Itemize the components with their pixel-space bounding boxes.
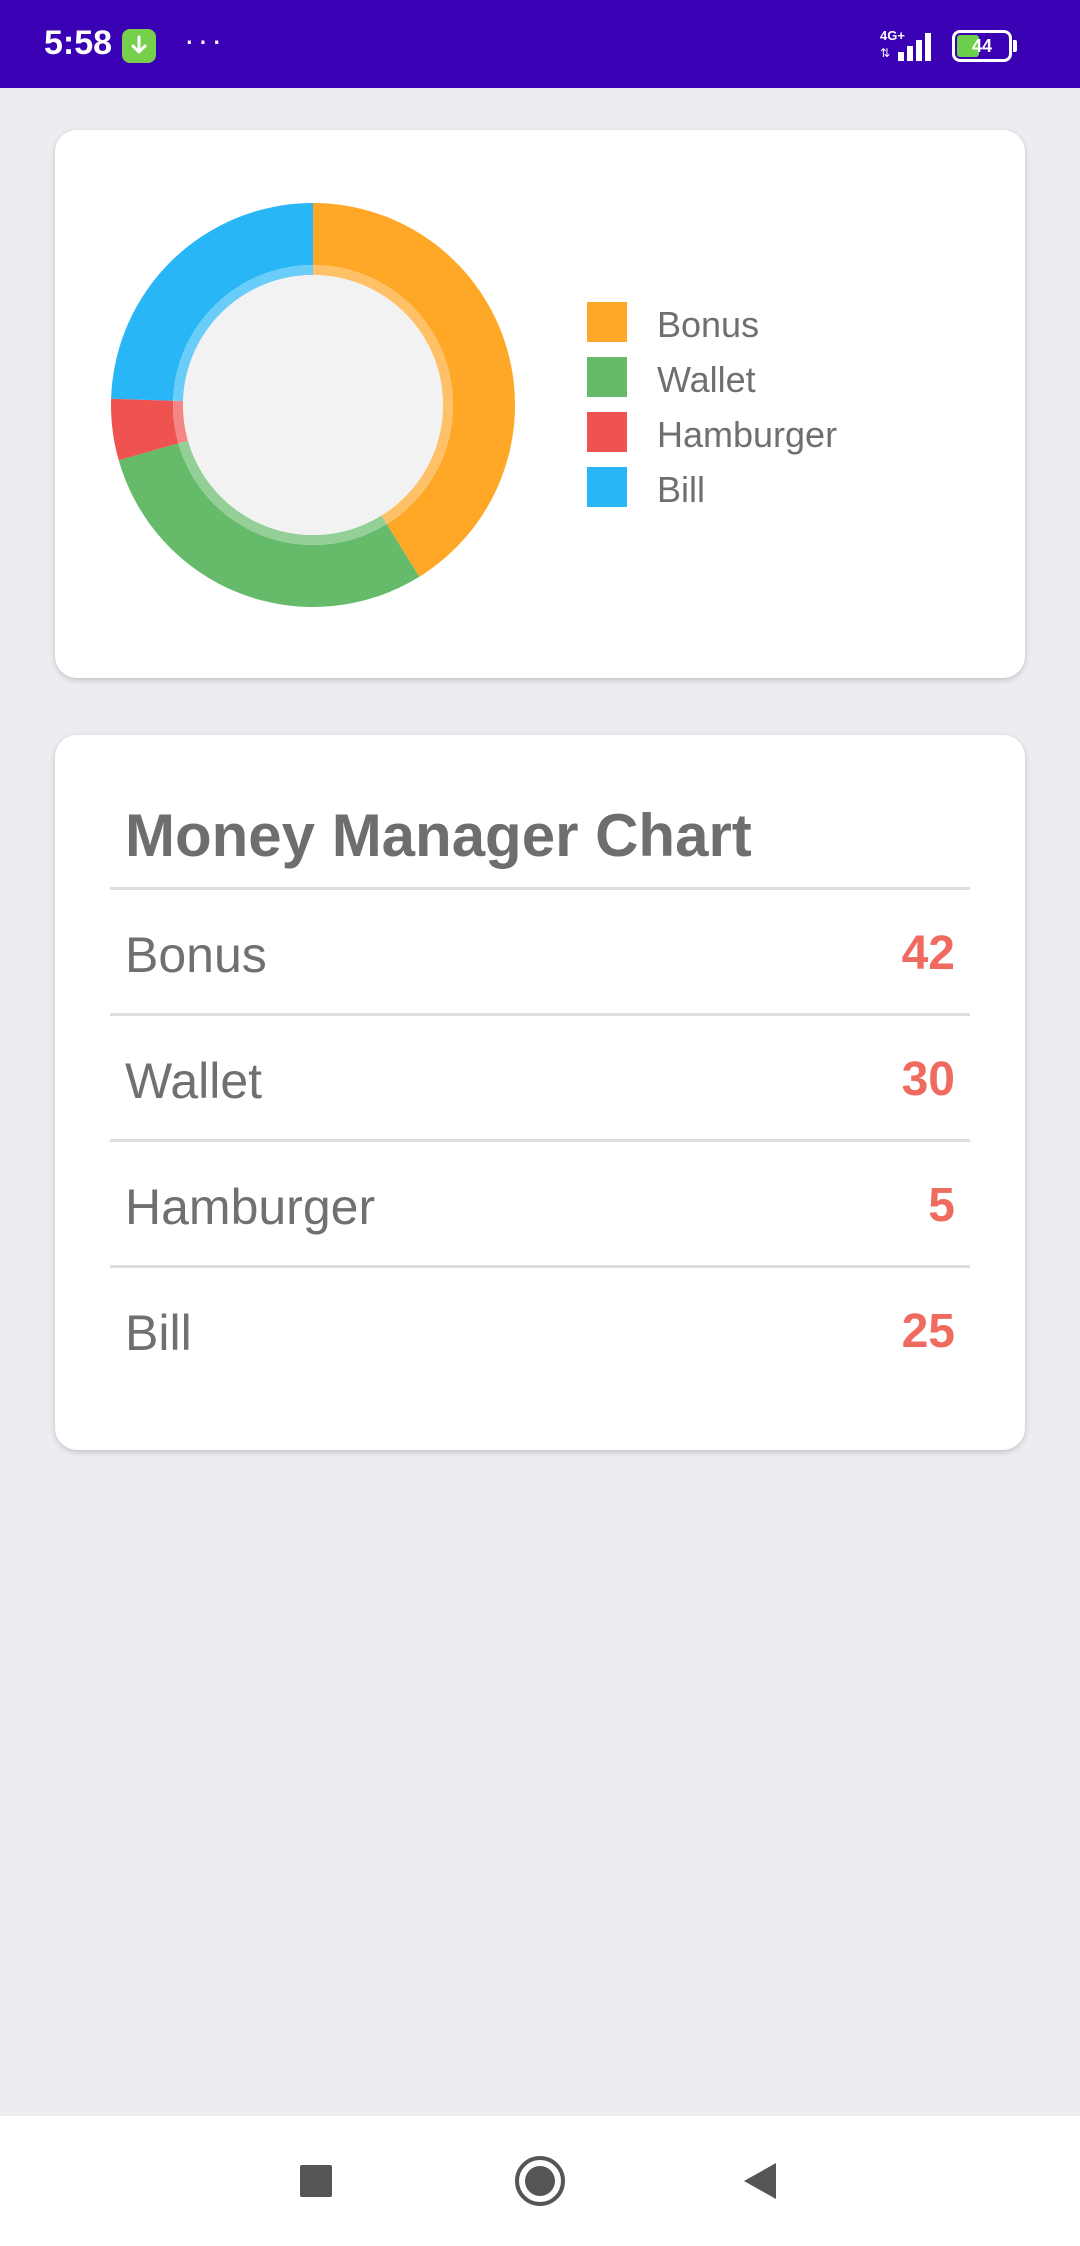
row-value: 5 bbox=[928, 1179, 955, 1232]
row-value: 42 bbox=[901, 927, 955, 980]
back-button[interactable] bbox=[700, 2116, 820, 2246]
status-time: 5:58 bbox=[44, 24, 113, 62]
recents-square-icon bbox=[300, 2165, 332, 2197]
legend-item-bill: Bill bbox=[587, 467, 987, 510]
donut-chart bbox=[111, 203, 515, 607]
table-row: Hamburger 5 bbox=[110, 1142, 970, 1268]
legend-item-hamburger: Hamburger bbox=[587, 412, 987, 455]
row-label: Hamburger bbox=[125, 1179, 376, 1235]
home-button[interactable] bbox=[480, 2116, 600, 2246]
row-value: 30 bbox=[901, 1053, 955, 1106]
battery-level: 44 bbox=[971, 35, 993, 56]
signal-icon bbox=[898, 33, 931, 61]
summary-card: Money Manager Chart Bonus 42 Wallet 30 H… bbox=[55, 735, 1025, 1450]
home-circle-icon bbox=[515, 2156, 565, 2206]
legend-item-bonus: Bonus bbox=[587, 302, 987, 345]
legend-swatch bbox=[587, 412, 627, 452]
legend-label: Bill bbox=[657, 469, 706, 510]
legend-item-wallet: Wallet bbox=[587, 357, 987, 400]
legend-label: Bonus bbox=[657, 304, 760, 345]
legend-label: Hamburger bbox=[657, 414, 838, 455]
legend-swatch bbox=[587, 302, 627, 342]
more-notifications-icon: ··· bbox=[184, 22, 225, 58]
status-bar: 5:58 ··· 4G+ ⇅ 44 bbox=[0, 0, 1080, 88]
back-triangle-icon bbox=[744, 2163, 776, 2199]
chart-card: Bonus Wallet Hamburger Bill bbox=[55, 130, 1025, 678]
card-title: Money Manager Chart bbox=[125, 802, 752, 869]
legend-label: Wallet bbox=[657, 359, 756, 400]
table-row: Wallet 30 bbox=[110, 1016, 970, 1142]
legend-swatch bbox=[587, 467, 627, 507]
legend-swatch bbox=[587, 357, 627, 397]
donut-hole bbox=[183, 275, 443, 535]
data-arrows-icon: ⇅ bbox=[880, 46, 891, 60]
row-value: 25 bbox=[901, 1305, 955, 1358]
recents-button[interactable] bbox=[256, 2116, 376, 2246]
row-label: Wallet bbox=[125, 1053, 263, 1109]
navigation-bar bbox=[0, 2116, 1080, 2246]
row-label: Bonus bbox=[125, 927, 267, 983]
row-label: Bill bbox=[125, 1305, 192, 1361]
table-row: Bill 25 bbox=[110, 1268, 970, 1394]
download-icon bbox=[122, 29, 156, 63]
table-row: Bonus 42 bbox=[110, 890, 970, 1016]
battery-icon: 44 bbox=[952, 30, 1017, 62]
